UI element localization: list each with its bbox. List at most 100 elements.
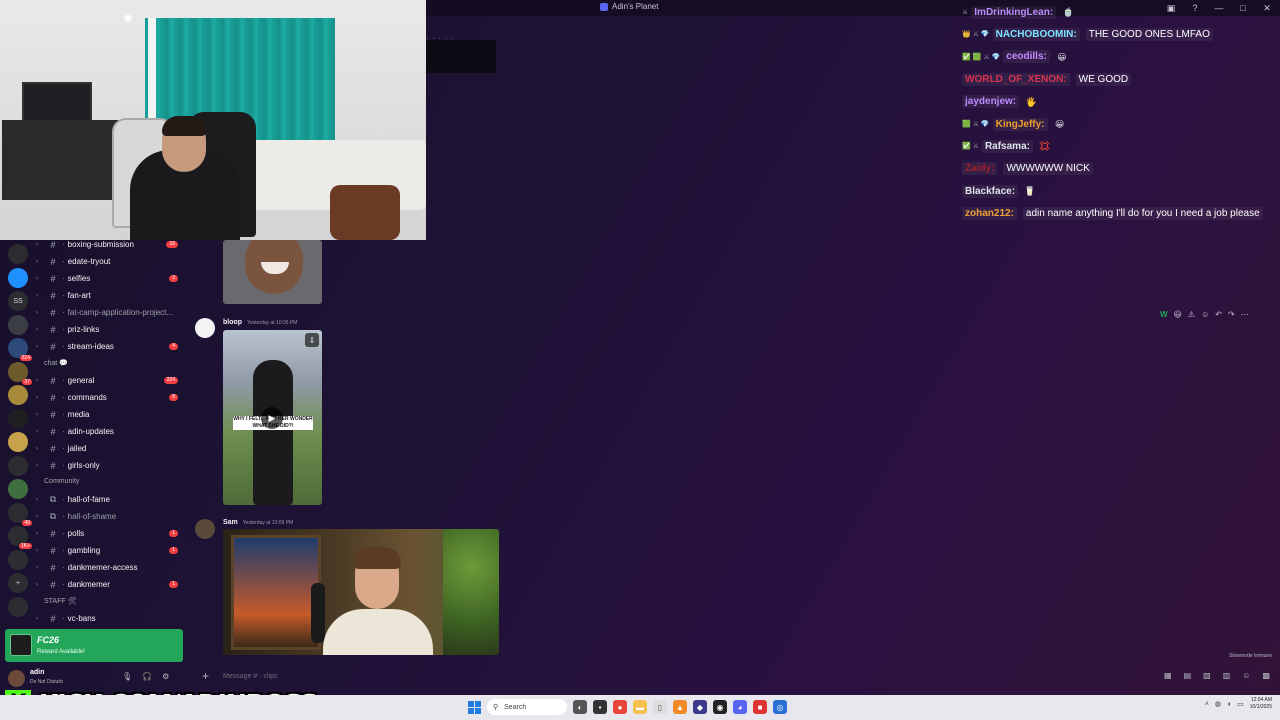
channel-item[interactable]: › # · general 224 <box>36 372 184 389</box>
edge-icon[interactable]: ◎ <box>773 700 787 714</box>
gift-icon[interactable]: ▦ <box>1164 671 1172 680</box>
channel-category[interactable]: chat 💬 <box>44 359 68 367</box>
sticker-icon[interactable]: ▧ <box>1203 671 1211 680</box>
server-icon[interactable] <box>8 479 28 499</box>
chat-username[interactable]: Rafsama: <box>981 139 1033 153</box>
chat-username[interactable]: Blackface: <box>962 184 1019 198</box>
recorder-icon[interactable]: ■ <box>753 700 767 714</box>
channel-item[interactable]: › # · vc-bans <box>36 610 184 627</box>
avatar[interactable] <box>195 318 215 338</box>
download-icon[interactable]: ⇩ <box>305 333 319 347</box>
chat-username[interactable]: NACHOBOOMIN: <box>992 27 1080 41</box>
reward-card[interactable]: FC26 Reward Available! <box>5 629 183 662</box>
server-icon[interactable]: + <box>8 573 28 593</box>
server-icon[interactable]: SS <box>8 291 28 311</box>
server-icon[interactable] <box>8 432 28 452</box>
server-icon[interactable] <box>8 408 28 429</box>
server-icon[interactable] <box>8 455 28 476</box>
channel-item[interactable]: › # · jailed <box>36 440 184 457</box>
server-icon[interactable] <box>8 549 28 570</box>
message-author[interactable]: Sam <box>223 519 238 526</box>
chat-username[interactable]: WORLD_OF_XENON: <box>962 72 1070 86</box>
play-icon[interactable]: ▶ <box>261 407 283 429</box>
volume-icon[interactable]: ◖ <box>1227 701 1231 708</box>
help-icon[interactable]: ? <box>1188 3 1202 13</box>
reaction-warning-icon[interactable]: ⚠ <box>1188 310 1195 319</box>
server-icon[interactable] <box>8 596 28 617</box>
add-attachment-icon[interactable]: + <box>202 669 209 683</box>
minimize-button[interactable]: — <box>1212 3 1226 13</box>
headphones-icon[interactable]: 🎧 <box>142 672 152 681</box>
clock[interactable]: 12:04 AM 10/1/2025 <box>1250 697 1272 711</box>
maximize-button[interactable]: □ <box>1236 3 1250 13</box>
channel-item[interactable]: › # · selfies 3 <box>36 270 184 287</box>
chat-username[interactable]: ImDrinkingLean: <box>971 5 1057 19</box>
battery-icon[interactable]: ▭ <box>1237 700 1244 708</box>
taskbar-search[interactable]: ⚲ Search <box>487 699 567 715</box>
close-button[interactable]: ✕ <box>1260 3 1274 14</box>
message-input[interactable]: Message # · clips <box>223 673 277 680</box>
more-options-icon[interactable]: ⋯ <box>1241 310 1249 319</box>
channel-item[interactable]: › # · media <box>36 406 184 423</box>
message-author[interactable]: bloop <box>223 319 242 326</box>
channel-item[interactable]: › # · girls-only <box>36 457 184 474</box>
channel-item[interactable]: › # · boxing-submission 16 <box>36 236 184 253</box>
settings-gear-icon[interactable]: ⚙ <box>162 672 169 681</box>
chat-username[interactable]: ceodills: <box>1003 50 1050 64</box>
channel-item[interactable]: › # · polls 1 <box>36 525 184 542</box>
avatar[interactable] <box>8 670 25 687</box>
obs-icon[interactable]: ◉ <box>713 700 727 714</box>
microphone-icon[interactable]: 🎙 <box>122 672 132 681</box>
channel-item[interactable]: › # · dankmemer 1 <box>36 576 184 593</box>
avatar[interactable] <box>195 519 215 539</box>
channel-category[interactable]: STAFF 🛠 <box>44 597 76 605</box>
chat-username[interactable]: KingJeffy: <box>992 117 1048 131</box>
file-explorer-icon[interactable]: ▬ <box>633 700 647 714</box>
channel-item[interactable]: › # · stream-ideas 4 <box>36 338 184 355</box>
message-image[interactable] <box>223 240 322 304</box>
reaction-smile-icon[interactable]: 😃 <box>1174 310 1182 319</box>
reaction-w-icon[interactable]: W <box>1160 310 1168 319</box>
server-icon[interactable]: 224 <box>8 338 32 361</box>
channel-item[interactable]: › ⧉ · hall-of-fame <box>36 491 184 508</box>
server-icon[interactable]: 1K+ <box>8 526 32 549</box>
message-composer[interactable]: + Message # · clips ▦ ▤ ▧ ▥ ☺ ▩ <box>190 668 1280 688</box>
message-image[interactable] <box>223 529 499 655</box>
chat-username[interactable]: Zaidy: <box>962 162 998 176</box>
task-view-icon[interactable]: ▪ <box>593 700 607 714</box>
discord-icon[interactable]: ◕ <box>733 700 747 714</box>
chrome-icon[interactable]: ● <box>613 700 627 714</box>
inbox-icon[interactable]: ▣ <box>1164 3 1178 14</box>
activities-icon[interactable]: ▩ <box>1262 671 1270 680</box>
channel-item[interactable]: › # · commands 8 <box>36 389 184 406</box>
server-icon[interactable]: 37 <box>8 361 32 385</box>
vlc-icon[interactable]: ▲ <box>673 700 687 714</box>
network-icon[interactable]: ◍ <box>1215 700 1221 708</box>
message-video[interactable]: WHY I FELT... FOR HER WONDER WHAT SHE DI… <box>223 330 322 505</box>
notepad-icon[interactable]: ▯ <box>653 700 667 714</box>
app-icon[interactable]: ◆ <box>693 700 707 714</box>
emoji-icon[interactable]: ☺ <box>1242 671 1250 680</box>
chat-username[interactable]: jaydenjew: <box>962 95 1020 109</box>
server-icon[interactable] <box>8 314 28 335</box>
server-icon[interactable] <box>8 267 28 288</box>
server-icon[interactable]: 49 <box>8 502 32 526</box>
channel-category[interactable]: Community <box>44 478 79 485</box>
gif-icon[interactable]: ▤ <box>1184 671 1192 680</box>
server-icon[interactable] <box>8 385 28 405</box>
channel-item[interactable]: › # · fan-art <box>36 287 184 304</box>
reply-icon[interactable]: ↶ <box>1215 310 1222 319</box>
windows-start-icon[interactable] <box>468 700 481 714</box>
channel-item[interactable]: › ⧉ · hall-of-shame <box>36 508 184 525</box>
copilot-icon[interactable]: ◐ <box>573 700 587 714</box>
channel-item[interactable]: › # · dankmemer-access <box>36 559 184 576</box>
apps-icon[interactable]: ▥ <box>1223 671 1231 680</box>
channel-item[interactable]: › # · fat-camp-application-project... <box>36 304 184 321</box>
add-reaction-icon[interactable]: ☺ <box>1201 310 1209 319</box>
channel-item[interactable]: › # · adin-updates <box>36 423 184 440</box>
channel-item[interactable]: › # · priz-links <box>36 321 184 338</box>
channel-item[interactable]: › # · edate-tryout <box>36 253 184 270</box>
server-icon[interactable] <box>8 244 28 264</box>
chat-username[interactable]: zohan212: <box>962 207 1017 221</box>
forward-icon[interactable]: ↷ <box>1228 310 1235 319</box>
